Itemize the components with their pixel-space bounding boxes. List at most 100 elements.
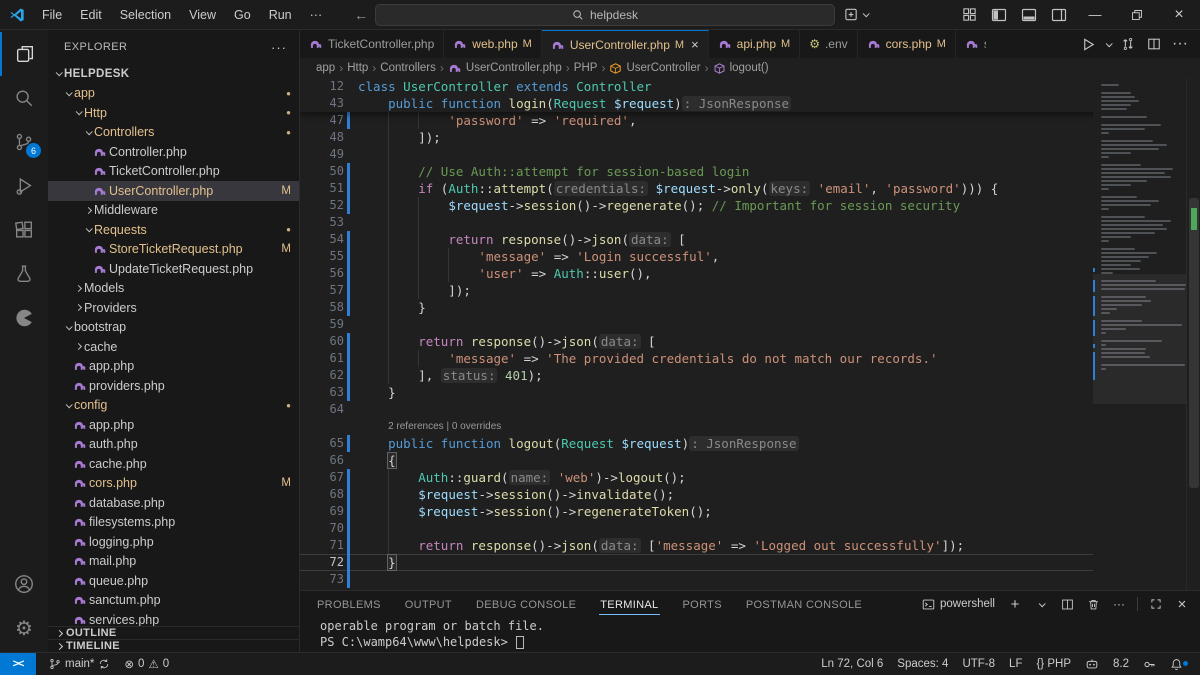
breadcrumb-php[interactable]: PHP: [574, 62, 598, 74]
status-notifications[interactable]: [1163, 658, 1190, 671]
tree-item-cache[interactable]: cache: [48, 337, 299, 357]
code-line[interactable]: 61 'message' => 'The provided credential…: [300, 350, 1200, 367]
activity-extensions-icon[interactable]: [0, 208, 48, 252]
panel-tab-problems[interactable]: PROBLEMS: [316, 594, 382, 615]
menu-file[interactable]: File: [34, 5, 70, 25]
toggle-sidebar-icon[interactable]: [984, 0, 1014, 29]
status-indentation[interactable]: Spaces: 4: [890, 658, 955, 670]
code-line[interactable]: 54 return response()->json(data: [: [300, 231, 1200, 248]
panel-tab-debug-console[interactable]: DEBUG CONSOLE: [475, 594, 577, 615]
tree-item-logging-php[interactable]: logging.php: [48, 532, 299, 552]
panel-tab-ports[interactable]: PORTS: [682, 594, 723, 615]
code-line[interactable]: 12 class UserController extends Controlle…: [300, 78, 1200, 95]
minimize-button[interactable]: —: [1074, 0, 1116, 29]
code-line[interactable]: 66 {: [300, 452, 1200, 469]
tree-item-http[interactable]: Http ●: [48, 103, 299, 123]
menu-[interactable]: ···: [302, 5, 331, 25]
code-editor[interactable]: 12 class UserController extends Controlle…: [300, 78, 1200, 590]
menu-selection[interactable]: Selection: [112, 5, 179, 25]
status-language-mode[interactable]: {} PHP: [1029, 658, 1078, 670]
panel-tab-terminal[interactable]: TERMINAL: [599, 594, 660, 615]
code-line[interactable]: 67 Auth::guard(name: 'web')->logout();: [300, 469, 1200, 486]
copilot-icon[interactable]: [844, 7, 870, 22]
code-line[interactable]: 56 'user' => Auth::user(),: [300, 265, 1200, 282]
tab-cors-php[interactable]: cors.php M: [857, 30, 956, 58]
toggle-panel-icon[interactable]: [1014, 0, 1044, 29]
panel-tab-postman-console[interactable]: POSTMAN CONSOLE: [745, 594, 863, 615]
code-line[interactable]: 70: [300, 520, 1200, 537]
tree-item-controller-php[interactable]: Controller.php: [48, 142, 299, 162]
git-branch[interactable]: main*: [42, 658, 117, 670]
search-input[interactable]: helpdesk: [375, 4, 835, 26]
tree-item-filesystems-php[interactable]: filesystems.php: [48, 513, 299, 533]
editor-more-actions-icon[interactable]: ···: [1168, 32, 1192, 56]
tree-item-cache-php[interactable]: cache.php: [48, 454, 299, 474]
status-cursor-position[interactable]: Ln 72, Col 6: [814, 658, 890, 670]
breadcrumb-controllers[interactable]: Controllers: [380, 62, 436, 74]
menu-view[interactable]: View: [181, 5, 224, 25]
activity-testing-icon[interactable]: [0, 252, 48, 296]
close-panel-icon[interactable]: ×: [1172, 594, 1192, 614]
tree-item-updateticketrequest-php[interactable]: UpdateTicketRequest.php: [48, 259, 299, 279]
tree-item-config[interactable]: config ●: [48, 396, 299, 416]
problems-indicator[interactable]: ⊗ 0 ⚠ 0: [117, 657, 176, 671]
sidebar-section-outline[interactable]: OUTLINE: [48, 626, 299, 639]
tree-item-storeticketrequest-php[interactable]: StoreTicketRequest.php M: [48, 240, 299, 260]
tree-item-sanctum-php[interactable]: sanctum.php: [48, 591, 299, 611]
code-line[interactable]: 43 public function login(Request $reques…: [300, 95, 1200, 112]
codelens[interactable]: 2 references | 0 overrides: [300, 418, 1200, 435]
status-copilot[interactable]: [1078, 657, 1106, 671]
tree-root[interactable]: HELPDESK: [48, 64, 299, 84]
breadcrumb-http[interactable]: Http: [347, 62, 368, 74]
tree-item-middleware[interactable]: Middleware: [48, 201, 299, 221]
terminal-dropdown-icon[interactable]: [1031, 594, 1051, 614]
code-line[interactable]: 53: [300, 214, 1200, 231]
tree-item-services-php[interactable]: services.php: [48, 610, 299, 626]
activity-run-debug-icon[interactable]: [0, 164, 48, 208]
tab--env[interactable]: ⚙ .env: [800, 30, 858, 58]
explorer-more-actions-icon[interactable]: ···: [271, 40, 287, 55]
tree-item-usercontroller-php[interactable]: UserController.php M: [48, 181, 299, 201]
new-terminal-icon[interactable]: +: [1005, 594, 1025, 614]
tab-web-php[interactable]: web.php M: [444, 30, 542, 58]
breadcrumb-usercontrollerphp[interactable]: UserController.php: [448, 61, 562, 75]
code-line[interactable]: 68 $request->session()->invalidate();: [300, 486, 1200, 503]
code-line[interactable]: 47 'password' => 'required',: [300, 112, 1200, 129]
code-line[interactable]: 52 $request->session()->regenerate(); //…: [300, 197, 1200, 214]
sidebar-section-timeline[interactable]: TIMELINE: [48, 639, 299, 652]
customize-layout-icon[interactable]: [954, 0, 984, 29]
run-dropdown-icon[interactable]: [1102, 32, 1114, 56]
code-line[interactable]: 48 ]);: [300, 129, 1200, 146]
activity-account-icon[interactable]: [0, 562, 48, 606]
code-line[interactable]: 59: [300, 316, 1200, 333]
breadcrumb-logout[interactable]: logout(): [713, 62, 769, 75]
code-line[interactable]: 69 $request->session()->regenerateToken(…: [300, 503, 1200, 520]
tree-item-bootstrap[interactable]: bootstrap: [48, 318, 299, 338]
activity-extension-circle-icon[interactable]: [0, 296, 48, 340]
tree-item-mail-php[interactable]: mail.php: [48, 552, 299, 572]
tree-item-requests[interactable]: Requests ●: [48, 220, 299, 240]
minimap-viewport[interactable]: [1093, 274, 1186, 404]
back-icon[interactable]: ←: [354, 7, 368, 23]
tree-item-cors-php[interactable]: cors.php M: [48, 474, 299, 494]
tree-item-queue-php[interactable]: queue.php: [48, 571, 299, 591]
code-line[interactable]: 51 if (Auth::attempt(credentials: $reque…: [300, 180, 1200, 197]
tree-item-app-php[interactable]: app.php: [48, 415, 299, 435]
activity-settings-icon[interactable]: ⚙: [0, 606, 48, 650]
code-line[interactable]: 62 ], status: 401);: [300, 367, 1200, 384]
breadcrumb-usercontroller[interactable]: UserController: [609, 62, 701, 75]
tree-item-providers[interactable]: Providers: [48, 298, 299, 318]
close-button[interactable]: ×: [1158, 0, 1200, 29]
tab-api-php[interactable]: api.php M: [708, 30, 801, 58]
toggle-secondary-sidebar-icon[interactable]: [1044, 0, 1074, 29]
status-eol[interactable]: LF: [1002, 658, 1029, 670]
activity-explorer-icon[interactable]: [0, 32, 48, 76]
code-line[interactable]: 71 return response()->json(data: ['messa…: [300, 537, 1200, 554]
breadcrumb-app[interactable]: app: [316, 62, 335, 74]
remote-indicator[interactable]: ><: [0, 653, 36, 675]
tree-item-app-php[interactable]: app.php: [48, 357, 299, 377]
tree-item-models[interactable]: Models: [48, 279, 299, 299]
tab-ticketcontroller-php[interactable]: TicketController.php: [300, 30, 445, 58]
run-button[interactable]: [1076, 32, 1100, 56]
terminal-output[interactable]: operable program or batch file. PS C:\wam…: [300, 617, 1200, 652]
